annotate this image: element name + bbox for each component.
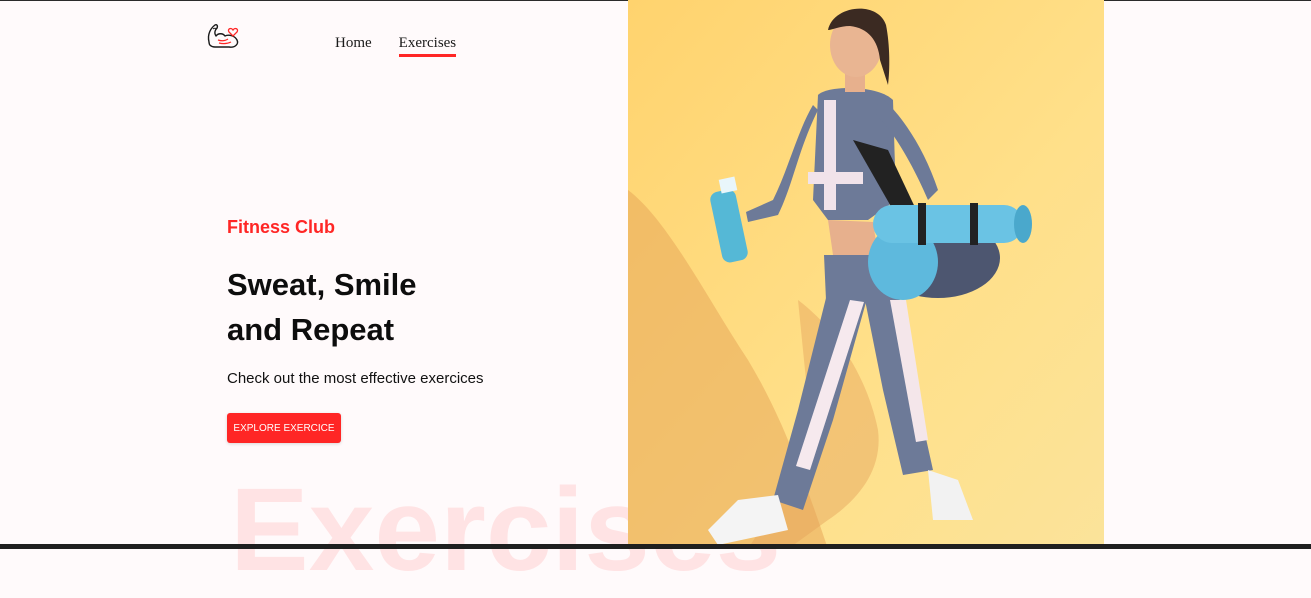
main-nav: Home Exercises: [335, 35, 457, 57]
nav-exercises-link[interactable]: Exercises: [398, 35, 457, 57]
bottom-bar: [0, 544, 1311, 549]
hero-headline: Sweat, Smile and Repeat: [227, 262, 417, 352]
logo-icon[interactable]: [205, 20, 241, 58]
hero-banner-image: [628, 0, 1104, 549]
hero-description: Check out the most effective exercices: [227, 370, 484, 387]
hero-subtitle: Fitness Club: [227, 217, 336, 237]
explore-exercise-button[interactable]: EXPLORE EXERCICE: [227, 413, 341, 443]
headline-line-1: Sweat, Smile: [227, 267, 417, 302]
headline-line-2: and Repeat: [227, 312, 395, 347]
nav-home-link[interactable]: Home: [335, 35, 372, 57]
hero-illustration: [628, 0, 1104, 549]
